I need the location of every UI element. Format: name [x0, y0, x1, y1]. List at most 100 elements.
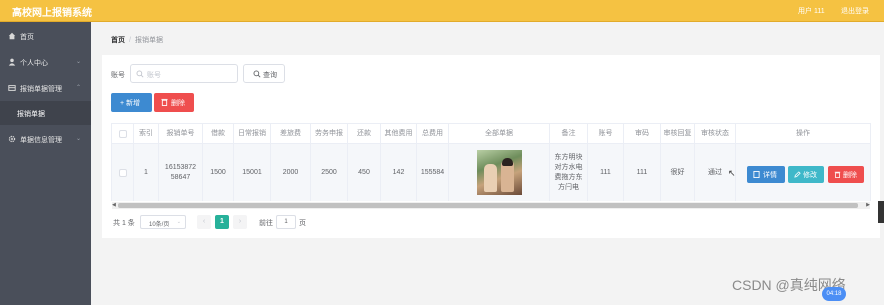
- scroll-right-icon[interactable]: ▶: [866, 202, 870, 208]
- trash-icon: [834, 171, 841, 178]
- goto-page-suffix: 页: [299, 220, 306, 227]
- cell-travel: 2000: [271, 144, 311, 201]
- column-header: 审核状态: [695, 124, 736, 143]
- column-header: 审码: [624, 124, 661, 143]
- current-user: 用户 111: [798, 8, 825, 15]
- page-size-value: 10条/页: [149, 222, 170, 228]
- search-icon: [136, 70, 144, 78]
- add-button[interactable]: + 新增: [111, 93, 152, 112]
- column-header: 备注: [550, 124, 588, 143]
- trash-icon: [161, 98, 168, 106]
- breadcrumb-separator: /: [129, 37, 131, 44]
- add-button-label: + 新增: [120, 100, 141, 107]
- horizontal-scrollbar[interactable]: ◀ ▶: [112, 202, 870, 209]
- chevron-down-icon: ⌄: [75, 136, 81, 142]
- chevron-left-icon: ‹: [202, 218, 206, 225]
- search-icon: [253, 70, 261, 78]
- gear-icon: [8, 135, 16, 143]
- sidebar-item-profile[interactable]: 个人中心 ⌄: [0, 49, 91, 75]
- side-collapse-tab[interactable]: [878, 201, 884, 223]
- cell-labor: 2500: [311, 144, 348, 201]
- wallet-icon: [8, 85, 16, 91]
- column-header: 劳务申报: [311, 124, 348, 143]
- header-checkbox-cell[interactable]: [112, 124, 134, 143]
- chevron-down-icon: ⌄: [176, 219, 181, 225]
- select-all-checkbox[interactable]: [118, 129, 127, 138]
- detail-button-label: 详情: [763, 172, 777, 179]
- pagination-total: 共 1 条: [113, 220, 135, 227]
- chevron-down-icon: ⌄: [75, 59, 81, 65]
- column-header: 全部单据: [449, 124, 550, 143]
- sidebar-item-label: 报销单据管理: [20, 86, 62, 93]
- table-header-row: 索引 报销单号 借款 日常报销 差旅费 劳务申报 还款 其他费用 总费用 全部单…: [112, 124, 870, 144]
- column-header: 报销单号: [159, 124, 203, 143]
- edit-icon: [794, 171, 801, 178]
- batch-delete-button-label: 删除: [171, 100, 185, 107]
- app-title: 高校网上报销系统: [12, 8, 92, 19]
- cell-code: 111: [624, 144, 661, 201]
- sidebar-item-reimbursement-management[interactable]: 报销单据管理 ⌃: [0, 75, 91, 101]
- prev-page-button[interactable]: ‹: [197, 215, 211, 229]
- cell-other: 142: [381, 144, 417, 201]
- breadcrumb: 首页 / 报销单据: [111, 35, 163, 45]
- cell-account: 111: [588, 144, 624, 201]
- search-input[interactable]: 账号: [130, 64, 238, 83]
- sidebar-subitem-reimbursement[interactable]: 报销单据: [0, 101, 91, 125]
- scrollbar-thumb[interactable]: [118, 203, 858, 208]
- column-header: 总费用: [417, 124, 449, 143]
- row-delete-button-label: 删除: [843, 172, 857, 179]
- user-icon: [8, 58, 16, 66]
- column-header: 借款: [203, 124, 234, 143]
- goto-label: 前往: [259, 220, 273, 227]
- breadcrumb-current: 报销单据: [134, 37, 163, 44]
- cell-total: 155584: [417, 144, 449, 201]
- home-icon: [8, 32, 16, 40]
- search-label: 账号: [111, 72, 125, 79]
- cell-daily: 15001: [234, 144, 271, 201]
- column-header: 操作: [796, 129, 810, 137]
- document-thumbnail[interactable]: [476, 150, 522, 195]
- cell-loan: 1500: [203, 144, 234, 201]
- column-header: 其他费用: [381, 124, 417, 143]
- sidebar-item-document-management[interactable]: 单据信息管理 ⌄: [0, 126, 91, 152]
- timer-bubble: 04:18: [822, 287, 846, 301]
- data-table: 索引 报销单号 借款 日常报销 差旅费 劳务申报 还款 其他费用 总费用 全部单…: [111, 123, 871, 201]
- cell-documents: [449, 144, 550, 201]
- row-checkbox-cell[interactable]: [112, 144, 134, 201]
- sidebar: 首页 个人中心 ⌄ 报销单据管理 ⌃ 报销单据 单据信息管理 ⌄: [0, 22, 91, 305]
- breadcrumb-home[interactable]: 首页: [111, 37, 125, 44]
- top-bar: 高校网上报销系统 用户 111 退出登录: [0, 0, 884, 22]
- row-checkbox[interactable]: [118, 168, 127, 177]
- search-button[interactable]: 查询: [243, 64, 285, 83]
- chevron-up-icon: ⌃: [75, 85, 81, 91]
- next-page-button[interactable]: ›: [233, 215, 247, 229]
- cell-remark: 东方明块对方水电费拖方东方闩电: [550, 144, 588, 201]
- batch-delete-button[interactable]: 删除: [154, 93, 194, 112]
- column-header: 日常报销: [234, 124, 271, 143]
- edit-button-label: 修改: [803, 172, 817, 179]
- sidebar-item-label: 报销单据: [17, 111, 45, 118]
- logout-link[interactable]: 退出登录: [841, 6, 869, 16]
- mouse-cursor-icon: ↖: [728, 168, 736, 178]
- cell-index: 1: [134, 144, 159, 201]
- column-header: 还款: [348, 124, 381, 143]
- detail-button[interactable]: 详情: [747, 166, 785, 183]
- row-delete-button[interactable]: 删除: [828, 166, 864, 183]
- column-header: 差旅费: [271, 124, 311, 143]
- sidebar-item-label: 单据信息管理: [20, 137, 62, 144]
- page-number-button[interactable]: 1: [215, 215, 229, 229]
- search-placeholder: 账号: [147, 72, 161, 79]
- goto-page-input[interactable]: 1: [276, 215, 296, 229]
- sidebar-item-home[interactable]: 首页: [0, 23, 91, 49]
- sidebar-item-label: 个人中心: [20, 60, 48, 67]
- search-button-label: 查询: [263, 72, 277, 79]
- table-row: 1 1615387258647 1500 15001 2000 2500 450…: [112, 144, 870, 201]
- scroll-left-icon[interactable]: ◀: [112, 202, 116, 208]
- cell-reply: 很好: [661, 144, 695, 201]
- cell-number: 1615387258647: [159, 144, 203, 201]
- page-size-select[interactable]: 10条/页 ⌄: [140, 215, 186, 229]
- chevron-right-icon: ›: [238, 218, 242, 225]
- document-icon: [753, 171, 760, 178]
- column-header: 账号: [588, 124, 624, 143]
- edit-button[interactable]: 修改: [788, 166, 824, 183]
